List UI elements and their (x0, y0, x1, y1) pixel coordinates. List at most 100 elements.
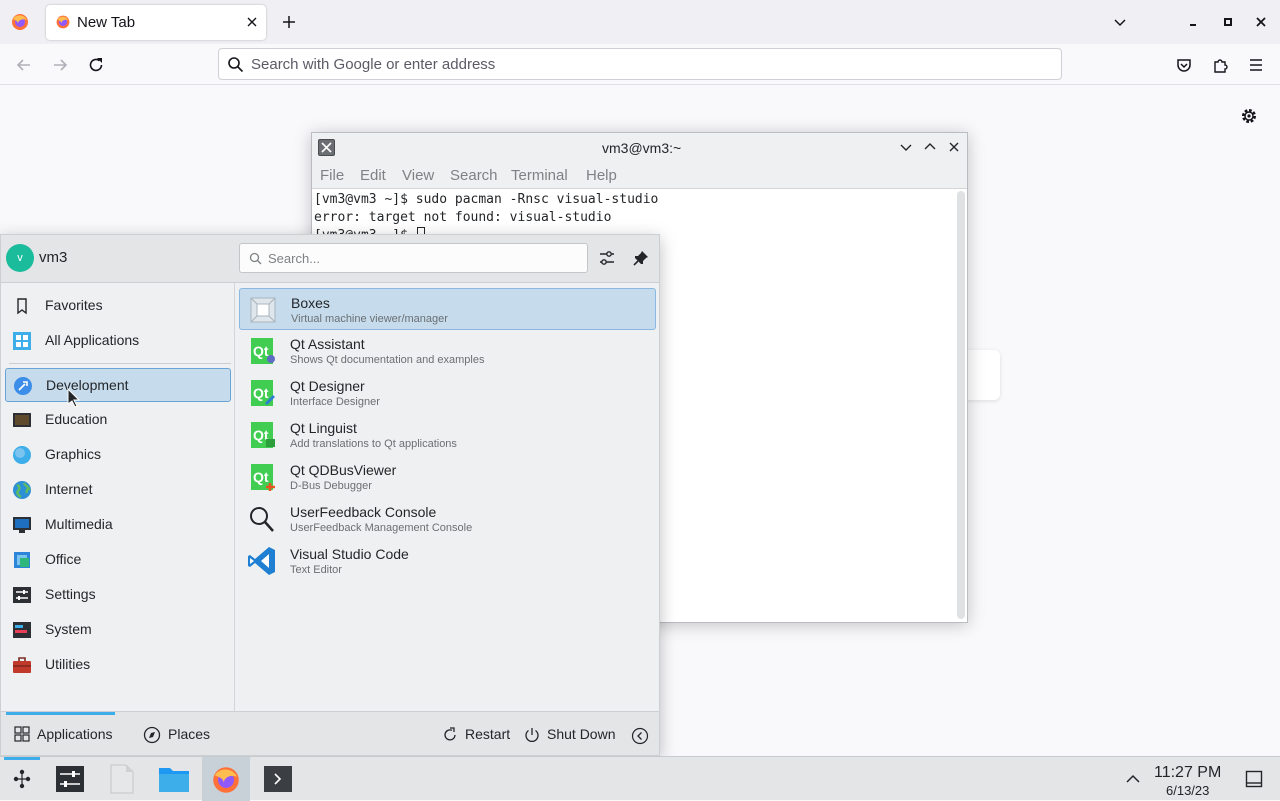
menu-edit[interactable]: Edit (360, 167, 386, 184)
hamburger-menu-icon[interactable] (1247, 56, 1265, 74)
more-options-chevron-left-icon[interactable] (631, 727, 649, 745)
back-arrow-icon[interactable] (15, 56, 33, 74)
vscode-icon (247, 545, 277, 577)
launcher-footer: Applications Places Restart Shut Down (1, 711, 659, 755)
bookmark-icon (12, 296, 32, 316)
firefox-menu-icon[interactable] (10, 12, 30, 32)
firefox-favicon-icon (55, 14, 71, 30)
url-input[interactable] (251, 54, 1031, 74)
taskbar: 11:27 PM 6/13/23 (0, 756, 1280, 801)
terminal-line: [vm3@vm3 ~]$ sudo pacman -Rnsc visual-st… (314, 192, 659, 207)
app-boxes[interactable]: Boxes Virtual machine viewer/manager (239, 288, 656, 330)
clock-time: 11:27 PM (1154, 764, 1222, 781)
close-window-icon[interactable] (1254, 15, 1268, 29)
launcher-search-input[interactable] (268, 249, 578, 267)
restart-icon (441, 726, 459, 744)
terminal-titlebar[interactable]: vm3@vm3:~ (312, 133, 967, 161)
category-development[interactable]: Development (5, 368, 231, 402)
applications-grid-icon (14, 726, 30, 742)
tab-places[interactable]: Places (137, 712, 217, 754)
category-office[interactable]: Office (5, 543, 231, 577)
terminal-close-icon[interactable] (947, 140, 961, 154)
shutdown-button[interactable]: Shut Down (519, 712, 619, 754)
task-firefox[interactable] (202, 757, 250, 801)
menu-search[interactable]: Search (450, 167, 498, 184)
graphics-icon (12, 445, 32, 465)
category-all-applications[interactable]: All Applications (5, 324, 231, 358)
minimize-icon[interactable] (1186, 15, 1200, 29)
task-terminal[interactable] (256, 757, 300, 801)
menu-view[interactable]: View (402, 167, 434, 184)
category-internet[interactable]: Internet (5, 473, 231, 507)
launcher-search-box[interactable] (239, 243, 588, 273)
terminal-menubar: File Edit View Search Terminal Help (312, 161, 967, 189)
app-visual-studio-code[interactable]: Visual Studio Code Text Editor (239, 540, 656, 582)
terminal-minimize-chevron-down-icon[interactable] (899, 140, 913, 154)
terminal-line: error: target not found: visual-studio (314, 210, 612, 225)
app-qt-designer[interactable]: Qt Qt Designer Interface Designer (239, 372, 656, 414)
new-tab-icon[interactable] (281, 14, 297, 30)
reload-icon[interactable] (87, 56, 105, 74)
boxes-icon (248, 294, 278, 326)
launcher-button[interactable] (0, 757, 44, 801)
svg-text:Qt: Qt (253, 385, 269, 401)
clock-date: 6/13/23 (1166, 783, 1210, 798)
show-desktop-icon[interactable] (1245, 770, 1263, 788)
maximize-icon[interactable] (1221, 15, 1235, 29)
search-icon (227, 56, 244, 73)
category-education[interactable]: Education (5, 403, 231, 437)
compass-icon (143, 726, 161, 744)
category-divider (9, 363, 231, 364)
category-system[interactable]: System (5, 613, 231, 647)
xterm-app-icon (318, 139, 335, 156)
url-bar[interactable] (218, 48, 1062, 80)
digital-clock[interactable]: 11:27 PM 6/13/23 (1150, 763, 1230, 799)
app-qt-qdbusviewer[interactable]: Qt Qt QDBusViewer D-Bus Debugger (239, 456, 656, 498)
launcher-category-list: Favorites All Applications Development E… (1, 283, 235, 711)
new-tab-settings-gear-icon[interactable] (1240, 107, 1258, 125)
grid-icon (12, 331, 32, 351)
menu-terminal[interactable]: Terminal (511, 167, 568, 184)
task-file-viewer[interactable] (100, 757, 144, 801)
extensions-icon[interactable] (1211, 56, 1229, 74)
task-system-settings[interactable] (48, 757, 92, 801)
tab-applications[interactable]: Applications (6, 712, 119, 754)
browser-tab-bar: New Tab (0, 0, 1280, 44)
launcher-header: v vm3 (1, 235, 659, 283)
browser-tab-new-tab[interactable]: New Tab (46, 5, 266, 40)
firefox-icon (211, 765, 241, 795)
app-userfeedback-console[interactable]: UserFeedback Console UserFeedback Manage… (239, 498, 656, 540)
list-tabs-chevron-down-icon[interactable] (1112, 14, 1128, 30)
menu-file[interactable]: File (320, 167, 344, 184)
pin-icon[interactable] (632, 249, 650, 267)
pocket-icon[interactable] (1175, 56, 1193, 74)
username: vm3 (39, 249, 68, 266)
terminal-maximize-chevron-up-icon[interactable] (923, 140, 937, 154)
app-qt-linguist[interactable]: Qt Qt Linguist Add translations to Qt ap… (239, 414, 656, 456)
launcher-active-indicator (4, 757, 40, 760)
app-qt-assistant[interactable]: Qt Qt Assistant Shows Qt documentation a… (239, 330, 656, 372)
power-icon (523, 726, 541, 744)
task-file-manager[interactable] (152, 757, 196, 801)
avatar[interactable]: v (6, 244, 34, 272)
category-multimedia[interactable]: Multimedia (5, 508, 231, 542)
category-graphics[interactable]: Graphics (5, 438, 231, 472)
system-settings-icon (55, 765, 85, 793)
development-icon (13, 376, 33, 396)
menu-help[interactable]: Help (586, 167, 617, 184)
close-tab-icon[interactable] (245, 15, 259, 29)
system-icon (12, 620, 32, 640)
system-tray-chevron-up-icon[interactable] (1125, 772, 1141, 786)
forward-arrow-icon[interactable] (51, 56, 69, 74)
terminal-scrollbar[interactable] (957, 191, 965, 619)
magnifier-search-icon (247, 503, 277, 535)
configure-sliders-icon[interactable] (598, 249, 616, 267)
qt-designer-icon: Qt (247, 377, 277, 409)
application-launcher: v vm3 Favorites All Applications Develop… (0, 234, 660, 756)
category-favorites[interactable]: Favorites (5, 289, 231, 323)
qt-qdbusviewer-icon: Qt (247, 461, 277, 493)
category-utilities[interactable]: Utilities (5, 648, 231, 682)
category-settings[interactable]: Settings (5, 578, 231, 612)
restart-button[interactable]: Restart (437, 712, 513, 754)
svg-text:Qt: Qt (253, 469, 269, 485)
